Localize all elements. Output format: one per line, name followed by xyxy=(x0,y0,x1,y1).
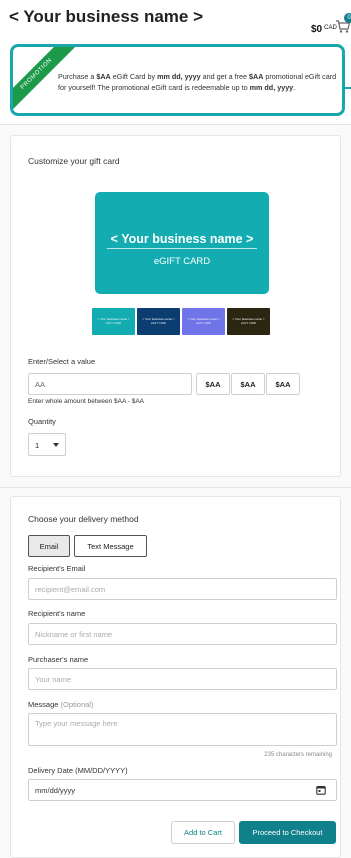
business-name[interactable]: < Your business name > xyxy=(9,7,203,27)
delivery-date-label: Delivery Date (MM/DD/YYYY) xyxy=(28,766,128,775)
value-hint: Enter whole amount between $AA - $AA xyxy=(28,398,144,405)
quantity-select[interactable]: 1 xyxy=(28,433,66,456)
card-design-thumbnail-4[interactable]: < Your business name > eGIFT CARD xyxy=(227,308,270,335)
recipient-name-field[interactable]: Nickname or first name xyxy=(28,623,337,645)
cart-total-amount: $0 xyxy=(311,24,323,35)
value-option-3[interactable]: $AA xyxy=(266,373,300,395)
purchaser-name-field[interactable]: Your name xyxy=(28,668,337,690)
promotion-banner: PROMOTION Purchase a $AA eGift Card by m… xyxy=(10,44,345,116)
quantity-value: 1 xyxy=(35,441,40,450)
chevron-down-icon xyxy=(53,443,59,447)
value-option-2[interactable]: $AA xyxy=(231,373,265,395)
card-design-thumbnail-3[interactable]: < Your business name > eGIFT CARD xyxy=(182,308,225,335)
message-label: Message (Optional) xyxy=(28,700,94,709)
message-field[interactable]: Type your message here xyxy=(28,713,337,746)
delivery-method-text-message[interactable]: Text Message xyxy=(74,535,147,557)
card-divider xyxy=(107,248,257,249)
card-type-label: eGIFT CARD xyxy=(153,256,211,267)
recipient-email-label: Recipient's Email xyxy=(28,564,86,573)
cart-count-badge: 0 xyxy=(344,13,351,23)
value-label: Enter/Select a value xyxy=(28,357,96,366)
customize-title: Customize your gift card xyxy=(28,156,120,166)
delivery-date-field[interactable]: mm/dd/yyyy xyxy=(28,779,337,801)
characters-remaining: 235 characters remaining xyxy=(264,752,332,758)
message-optional: (Optional) xyxy=(60,700,94,709)
promotion-connector xyxy=(345,87,351,89)
value-input[interactable]: AA xyxy=(28,373,192,395)
purchaser-name-label: Purchaser's name xyxy=(28,655,89,664)
delivery-title: Choose your delivery method xyxy=(28,514,139,524)
value-option-1[interactable]: $AA xyxy=(196,373,230,395)
card-business-name: < Your business name > xyxy=(110,232,254,246)
recipient-email-field[interactable]: recipient@email.com xyxy=(28,578,337,600)
customize-panel xyxy=(10,135,341,477)
card-design-thumbnail-2[interactable]: < Your business name > eGIFT CARD xyxy=(137,308,180,335)
recipient-name-label: Recipient's name xyxy=(28,609,86,618)
quantity-label: Quantity xyxy=(28,417,56,426)
calendar-icon[interactable] xyxy=(316,785,326,795)
add-to-cart-button[interactable]: Add to Cart xyxy=(171,821,235,844)
promotion-text: Purchase a $AA eGift Card by mm dd, yyyy… xyxy=(58,72,337,92)
card-design-thumbnail-1[interactable]: < Your business name > eGIFT CARD xyxy=(92,308,135,335)
gift-card-preview: < Your business name > eGIFT CARD xyxy=(95,192,269,294)
delivery-method-email[interactable]: Email xyxy=(28,535,70,557)
cart-total: $0 CAD xyxy=(311,24,337,35)
header: < Your business name > $0 CAD 0 xyxy=(0,0,351,40)
proceed-to-checkout-button[interactable]: Proceed to Checkout xyxy=(239,821,336,844)
